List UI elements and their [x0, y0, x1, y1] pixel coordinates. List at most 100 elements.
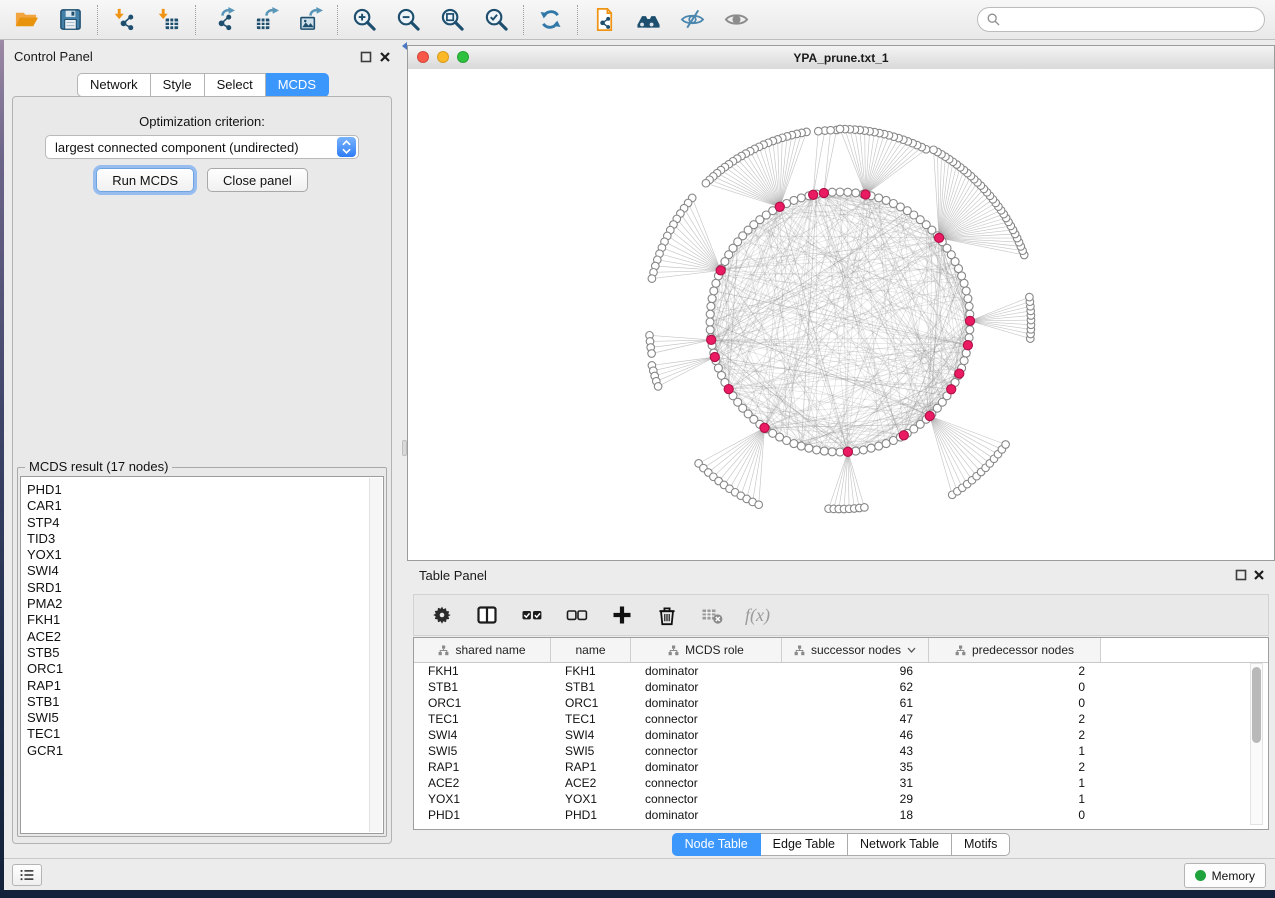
- search-box[interactable]: [977, 7, 1265, 32]
- graph-node[interactable]: [964, 295, 972, 303]
- control-panel-float-button[interactable]: [360, 51, 372, 63]
- mcds-result-item[interactable]: PMA2: [27, 596, 383, 612]
- graph-node-mcds[interactable]: [819, 188, 828, 197]
- mcds-result-item[interactable]: YOX1: [27, 547, 383, 563]
- graph-node[interactable]: [648, 275, 656, 283]
- graph-node-mcds[interactable]: [925, 411, 934, 420]
- graph-node-mcds[interactable]: [963, 341, 972, 350]
- graph-node-mcds[interactable]: [716, 266, 725, 275]
- table-row[interactable]: SWI5SWI5connector431: [414, 743, 1268, 759]
- mcds-result-item[interactable]: GCR1: [27, 743, 383, 759]
- network-graph[interactable]: [408, 69, 1274, 560]
- graph-node[interactable]: [965, 302, 973, 310]
- table-scrollbar-thumb[interactable]: [1252, 667, 1261, 743]
- tab-style[interactable]: Style: [151, 73, 205, 97]
- mcds-result-item[interactable]: STB5: [27, 645, 383, 661]
- graph-node-mcds[interactable]: [947, 385, 956, 394]
- column-header-name[interactable]: name: [551, 638, 631, 662]
- mcds-result-scrollbar[interactable]: [369, 478, 382, 832]
- criterion-select[interactable]: largest connected component (undirected): [45, 135, 359, 159]
- import-network-button[interactable]: [111, 6, 138, 33]
- show-column-panel-button[interactable]: [475, 603, 499, 627]
- graph-node[interactable]: [654, 383, 662, 391]
- graph-node[interactable]: [805, 444, 813, 452]
- graph-node[interactable]: [836, 125, 844, 133]
- tab-mcds[interactable]: MCDS: [266, 73, 329, 97]
- select-all-button[interactable]: [520, 603, 544, 627]
- column-header-successor-nodes[interactable]: successor nodes: [782, 638, 929, 662]
- graph-node[interactable]: [706, 326, 714, 334]
- graph-node[interactable]: [861, 504, 869, 512]
- table-panel-close-button[interactable]: [1253, 569, 1265, 581]
- tab-network[interactable]: Network: [77, 73, 151, 97]
- mcds-result-item[interactable]: TEC1: [27, 726, 383, 742]
- table-row[interactable]: ORC1ORC1dominator610: [414, 695, 1268, 711]
- table-panel-float-button[interactable]: [1235, 569, 1247, 581]
- graph-node-mcds[interactable]: [710, 352, 719, 361]
- mcds-result-item[interactable]: RAP1: [27, 678, 383, 694]
- graph-node[interactable]: [1026, 293, 1034, 301]
- search-network-button[interactable]: [635, 6, 662, 33]
- graph-node-mcds[interactable]: [955, 369, 964, 378]
- table-scrollbar[interactable]: [1250, 663, 1263, 825]
- panel-list-button[interactable]: [12, 864, 42, 886]
- column-header-predecessor-nodes[interactable]: predecessor nodes: [929, 638, 1101, 662]
- graph-node-mcds[interactable]: [775, 202, 784, 211]
- graph-node[interactable]: [960, 279, 968, 287]
- tab-motifs[interactable]: Motifs: [952, 833, 1010, 856]
- mcds-result-item[interactable]: PHD1: [27, 482, 383, 498]
- graph-node[interactable]: [844, 188, 852, 196]
- show-graphics-button[interactable]: [723, 6, 750, 33]
- graph-node[interactable]: [875, 194, 883, 202]
- open-file-button[interactable]: [13, 6, 40, 33]
- export-image-button[interactable]: [297, 6, 324, 33]
- table-settings-button[interactable]: [430, 603, 454, 627]
- mcds-result-item[interactable]: ACE2: [27, 629, 383, 645]
- graph-node[interactable]: [790, 440, 798, 448]
- mcds-result-item[interactable]: SRD1: [27, 580, 383, 596]
- window-minimize-icon[interactable]: [437, 51, 449, 63]
- table-row[interactable]: ACE2ACE2connector311: [414, 775, 1268, 791]
- graph-node-mcds[interactable]: [809, 190, 818, 199]
- close-panel-button[interactable]: Close panel: [207, 168, 308, 192]
- graph-node-mcds[interactable]: [843, 447, 852, 456]
- save-session-button[interactable]: [57, 6, 84, 33]
- graph-node[interactable]: [706, 318, 714, 326]
- export-network-button[interactable]: [209, 6, 236, 33]
- zoom-selected-button[interactable]: [483, 6, 510, 33]
- tab-select[interactable]: Select: [205, 73, 266, 97]
- graph-node-mcds[interactable]: [899, 431, 908, 440]
- table-row[interactable]: SWI4SWI4dominator462: [414, 727, 1268, 743]
- control-panel-close-button[interactable]: [379, 51, 391, 63]
- graph-node[interactable]: [712, 279, 720, 287]
- search-input[interactable]: [1005, 9, 1264, 31]
- delete-columns-button[interactable]: [655, 603, 679, 627]
- graph-node[interactable]: [797, 442, 805, 450]
- mcds-result-item[interactable]: ORC1: [27, 661, 383, 677]
- graph-node[interactable]: [966, 326, 974, 334]
- graph-node-mcds[interactable]: [724, 385, 733, 394]
- graph-node-mcds[interactable]: [707, 335, 716, 344]
- network-from-document-button[interactable]: [591, 6, 618, 33]
- graph-node[interactable]: [648, 350, 656, 358]
- graph-node-mcds[interactable]: [935, 233, 944, 242]
- table-row[interactable]: RAP1RAP1dominator352: [414, 759, 1268, 775]
- graph-node[interactable]: [813, 446, 821, 454]
- graph-node-mcds[interactable]: [861, 190, 870, 199]
- tab-network-table[interactable]: Network Table: [848, 833, 952, 856]
- table-row[interactable]: STB1STB1dominator620: [414, 679, 1268, 695]
- table-row[interactable]: FKH1FKH1dominator962: [414, 663, 1268, 679]
- tab-node-table[interactable]: Node Table: [672, 833, 761, 856]
- memory-button[interactable]: Memory: [1184, 863, 1266, 888]
- graph-node[interactable]: [706, 310, 714, 318]
- graph-node[interactable]: [875, 442, 883, 450]
- hide-graphics-button[interactable]: [679, 6, 706, 33]
- network-window-titlebar[interactable]: YPA_prune.txt_1: [408, 46, 1274, 70]
- network-canvas[interactable]: [408, 69, 1274, 560]
- refresh-view-button[interactable]: [537, 6, 564, 33]
- column-header-mcds-role[interactable]: MCDS role: [631, 638, 782, 662]
- graph-node[interactable]: [797, 194, 805, 202]
- zoom-out-button[interactable]: [395, 6, 422, 33]
- mcds-result-item[interactable]: TID3: [27, 531, 383, 547]
- graph-node[interactable]: [962, 349, 970, 357]
